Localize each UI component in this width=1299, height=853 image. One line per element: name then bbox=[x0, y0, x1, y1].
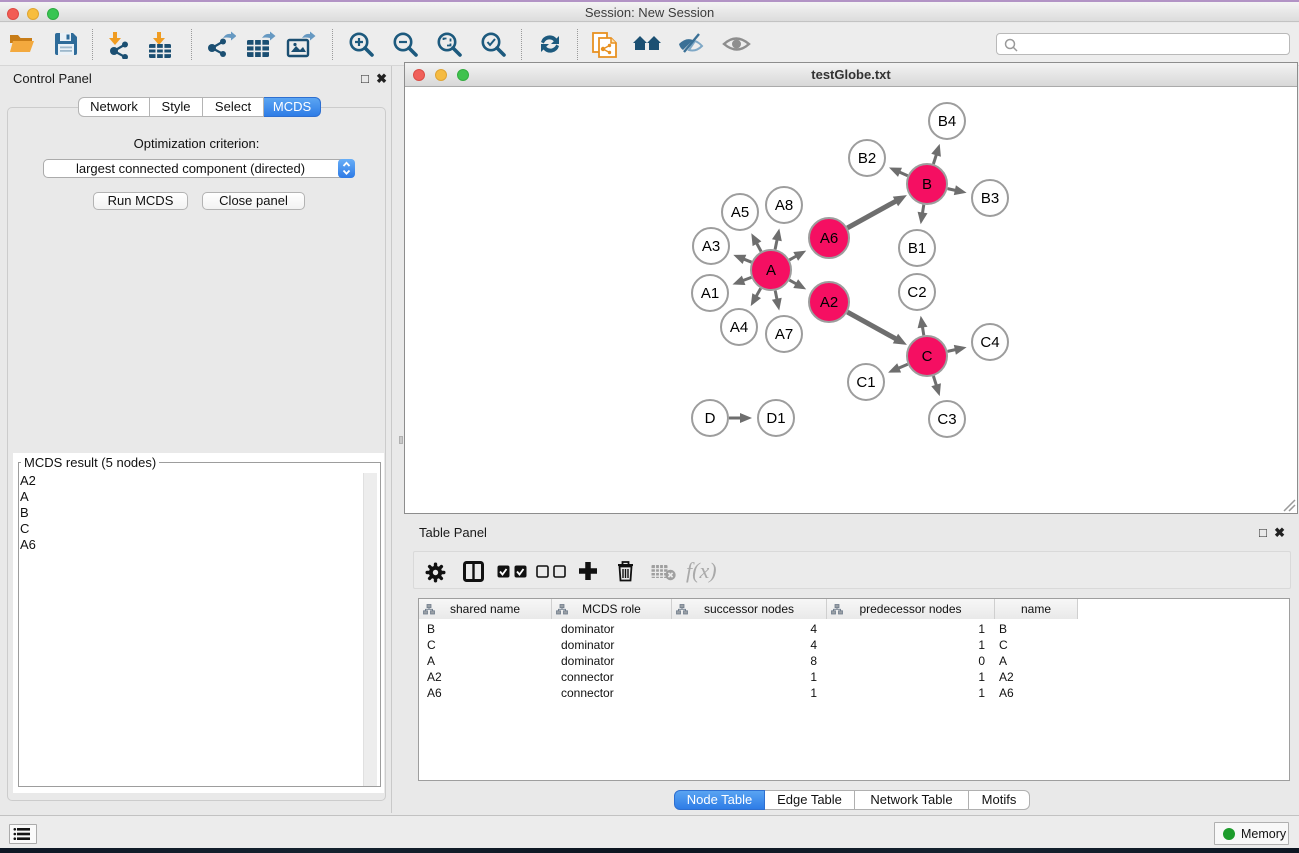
svg-text:A3: A3 bbox=[702, 238, 720, 255]
svg-text:A7: A7 bbox=[775, 326, 793, 343]
svg-text:A: A bbox=[766, 262, 776, 279]
svg-text:A2: A2 bbox=[820, 294, 838, 311]
svg-text:B3: B3 bbox=[981, 190, 999, 207]
svg-text:C2: C2 bbox=[907, 284, 926, 301]
svg-text:B1: B1 bbox=[908, 240, 926, 257]
svg-text:C4: C4 bbox=[980, 334, 999, 351]
svg-text:A4: A4 bbox=[730, 319, 748, 336]
svg-text:A1: A1 bbox=[701, 285, 719, 302]
svg-text:D1: D1 bbox=[766, 410, 785, 427]
svg-text:C3: C3 bbox=[937, 411, 956, 428]
svg-text:B: B bbox=[922, 176, 932, 193]
svg-text:D: D bbox=[705, 410, 716, 427]
svg-text:C: C bbox=[922, 348, 933, 365]
svg-text:B2: B2 bbox=[858, 150, 876, 167]
svg-text:A5: A5 bbox=[731, 204, 749, 221]
svg-text:B4: B4 bbox=[938, 113, 956, 130]
svg-text:A6: A6 bbox=[820, 230, 838, 247]
svg-text:C1: C1 bbox=[856, 374, 875, 391]
svg-text:A8: A8 bbox=[775, 197, 793, 214]
